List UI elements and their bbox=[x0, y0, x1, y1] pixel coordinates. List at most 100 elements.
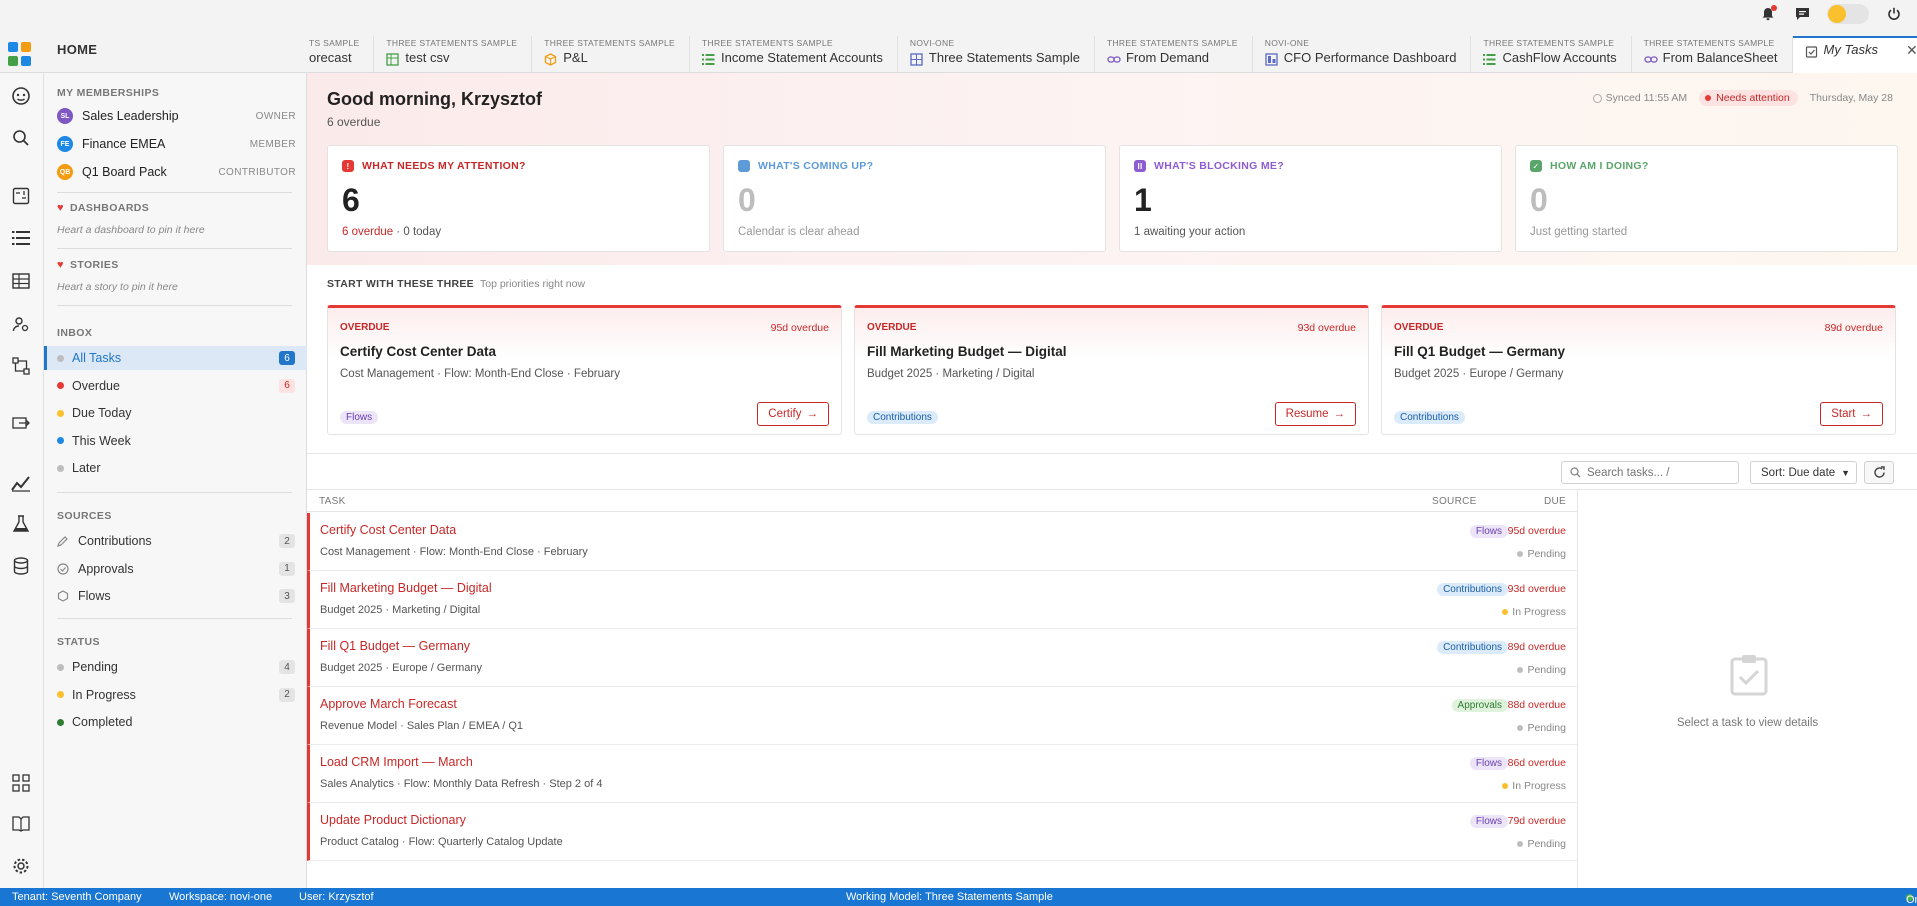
inbox-all-tasks[interactable]: All Tasks 6 bbox=[44, 346, 307, 370]
calculator-icon[interactable] bbox=[10, 185, 32, 207]
flow-icon[interactable] bbox=[10, 355, 32, 377]
source-contributions[interactable]: Contributions 2 bbox=[44, 529, 307, 553]
priority-action-button[interactable]: Start → bbox=[1820, 402, 1883, 426]
table-row[interactable]: Load CRM Import — March Sales Analytics ·… bbox=[307, 745, 1577, 803]
apps-grid-icon[interactable] bbox=[10, 772, 32, 794]
task-subtitle: Cost Management · Flow: Month-End Close … bbox=[320, 546, 588, 558]
status-completed[interactable]: Completed bbox=[44, 710, 307, 734]
priority-card[interactable]: OVERDUE 89d overdue Fill Q1 Budget — Germa… bbox=[1381, 305, 1896, 435]
tab-9[interactable]: My Tasks ✕ bbox=[1792, 36, 1917, 73]
source-chip-wrap: Flows bbox=[1469, 523, 1508, 538]
table-row[interactable]: Fill Marketing Budget — Digital Budget 20… bbox=[307, 571, 1577, 629]
data-import-icon[interactable] bbox=[10, 413, 32, 435]
arrow-right-icon: → bbox=[1860, 408, 1873, 420]
chevron-down-icon: ▼ bbox=[1841, 467, 1850, 478]
task-title[interactable]: Approve March Forecast bbox=[320, 697, 457, 711]
close-tab-icon[interactable]: ✕ bbox=[1906, 40, 1917, 60]
task-title[interactable]: Certify Cost Center Data bbox=[320, 523, 456, 537]
top-bar: HOME TS SAMPLE orecast THREE STATEMENTS SA… bbox=[0, 0, 1917, 73]
settings-gear-icon[interactable] bbox=[10, 855, 32, 877]
task-search[interactable] bbox=[1561, 461, 1739, 484]
tab-1[interactable]: THREE STATEMENTS SAMPLE test csv bbox=[374, 36, 533, 72]
table-row[interactable]: Fill Q1 Budget — Germany Budget 2025 · Eu… bbox=[307, 629, 1577, 687]
face-icon[interactable] bbox=[10, 85, 32, 107]
needs-attention-badge[interactable]: Needs attention bbox=[1699, 90, 1798, 106]
priority-card[interactable]: OVERDUE 95d overdue Certify Cost Center Da… bbox=[327, 305, 842, 435]
status-dot bbox=[1517, 841, 1524, 847]
home-title[interactable]: HOME bbox=[57, 42, 97, 57]
dashboards-heading: ♥ DASHBOARDS bbox=[57, 202, 150, 214]
app-logo-icon[interactable] bbox=[8, 42, 32, 66]
tab-subtitle: NOVI-ONE bbox=[909, 38, 955, 48]
status-in-progress[interactable]: In Progress 2 bbox=[44, 683, 307, 707]
book-icon[interactable] bbox=[10, 813, 32, 835]
task-subtitle: Budget 2025 · Marketing / Digital bbox=[320, 604, 481, 616]
tab-subtitle: THREE STATEMENTS SAMPLE bbox=[544, 38, 676, 48]
inbox-this-week[interactable]: This Week bbox=[44, 429, 307, 453]
tab-5[interactable]: THREE STATEMENTS SAMPLE From Demand bbox=[1095, 36, 1253, 72]
task-title[interactable]: Fill Q1 Budget — Germany bbox=[320, 639, 470, 653]
table-row[interactable]: Certify Cost Center Data Cost Management … bbox=[307, 513, 1577, 571]
lab-flask-icon[interactable] bbox=[10, 513, 32, 535]
source-approvals[interactable]: Approvals 1 bbox=[44, 557, 307, 581]
source-chip-wrap: Contributions bbox=[1437, 581, 1508, 596]
table-row[interactable]: Approve March Forecast Revenue Model · Sa… bbox=[307, 687, 1577, 745]
kpi-icon bbox=[738, 160, 750, 172]
priority-card[interactable]: OVERDUE 93d overdue Fill Marketing Budget … bbox=[854, 305, 1369, 435]
membership-item[interactable]: FE Finance EMEA MEMBER bbox=[57, 134, 296, 154]
task-title[interactable]: Update Product Dictionary bbox=[320, 813, 466, 827]
working-model-label[interactable]: Working Model: Three Statements Sample bbox=[846, 891, 1053, 903]
priority-action-button[interactable]: Certify → bbox=[757, 402, 829, 426]
table-icon[interactable] bbox=[10, 270, 32, 292]
source-chip-wrap: Approvals bbox=[1451, 697, 1508, 712]
inbox-due-today[interactable]: Due Today bbox=[44, 401, 307, 425]
power-icon[interactable] bbox=[1885, 5, 1903, 23]
overdue-days: 95d overdue bbox=[770, 322, 829, 334]
status-pending[interactable]: Pending 4 bbox=[44, 655, 307, 679]
tab-2[interactable]: THREE STATEMENTS SAMPLE P&L bbox=[532, 36, 691, 72]
kpi-card[interactable]: ✓ HOW AM I DOING? 0 Just getting started bbox=[1515, 145, 1898, 252]
kpi-card[interactable]: ! WHAT NEEDS MY ATTENTION? 6 6 overdue · 0 … bbox=[327, 145, 710, 252]
source-chip-wrap: Flows bbox=[340, 409, 379, 424]
tab-subtitle: THREE STATEMENTS SAMPLE bbox=[1483, 38, 1615, 48]
tab-3[interactable]: THREE STATEMENTS SAMPLE Income Statement … bbox=[690, 36, 898, 72]
messages-icon[interactable] bbox=[1793, 5, 1811, 23]
sort-select[interactable]: Sort: Due date ▼ bbox=[1750, 461, 1857, 484]
kpi-card[interactable]: II WHAT'S BLOCKING ME? 1 1 awaiting your ac… bbox=[1119, 145, 1502, 252]
user-settings-icon[interactable] bbox=[10, 313, 32, 335]
tab-7[interactable]: THREE STATEMENTS SAMPLE CashFlow Accounts bbox=[1471, 36, 1632, 72]
column-source[interactable]: SOURCE bbox=[1432, 496, 1477, 507]
membership-item[interactable]: QB Q1 Board Pack CONTRIBUTOR bbox=[57, 162, 296, 182]
tab-4[interactable]: NOVI-ONE Three Statements Sample bbox=[898, 36, 1095, 72]
refresh-button[interactable] bbox=[1864, 461, 1894, 484]
inbox-overdue[interactable]: Overdue 6 bbox=[44, 374, 307, 398]
task-detail-panel: Select a task to view details bbox=[1577, 489, 1917, 888]
tab-8[interactable]: THREE STATEMENTS SAMPLE From BalanceSheet bbox=[1632, 36, 1793, 72]
notifications-bell-icon[interactable] bbox=[1759, 5, 1777, 23]
kpi-title: ! WHAT NEEDS MY ATTENTION? bbox=[342, 160, 526, 172]
database-icon[interactable] bbox=[10, 555, 32, 577]
task-title[interactable]: Fill Marketing Budget — Digital bbox=[320, 581, 492, 595]
column-due[interactable]: DUE bbox=[1544, 496, 1566, 507]
theme-toggle[interactable] bbox=[1827, 4, 1869, 24]
kpi-title: WHAT'S COMING UP? bbox=[738, 160, 873, 172]
inbox-later[interactable]: Later bbox=[44, 456, 307, 480]
tab-6[interactable]: NOVI-ONE CFO Performance Dashboard bbox=[1253, 36, 1472, 72]
membership-item[interactable]: SL Sales Leadership OWNER bbox=[57, 106, 296, 126]
avatar: FE bbox=[57, 136, 73, 152]
list-icon[interactable] bbox=[10, 227, 32, 249]
current-date: Thursday, May 28 bbox=[1809, 92, 1893, 104]
search-input[interactable] bbox=[1587, 466, 1727, 479]
table-row[interactable]: Update Product Dictionary Product Catalog… bbox=[307, 803, 1577, 861]
link-icon bbox=[1107, 52, 1121, 65]
column-task[interactable]: TASK bbox=[319, 496, 346, 507]
source-flows[interactable]: Flows 3 bbox=[44, 584, 307, 608]
analytics-icon[interactable] bbox=[10, 472, 32, 494]
divider bbox=[57, 305, 292, 306]
task-title[interactable]: Load CRM Import — March bbox=[320, 755, 473, 769]
search-icon[interactable] bbox=[10, 127, 32, 149]
priority-action-button[interactable]: Resume → bbox=[1274, 402, 1356, 426]
tab-subtitle: THREE STATEMENTS SAMPLE bbox=[702, 38, 833, 48]
tab-0[interactable]: TS SAMPLE orecast bbox=[307, 36, 375, 72]
kpi-card[interactable]: WHAT'S COMING UP? 0 Calendar is clear ahea… bbox=[723, 145, 1106, 252]
